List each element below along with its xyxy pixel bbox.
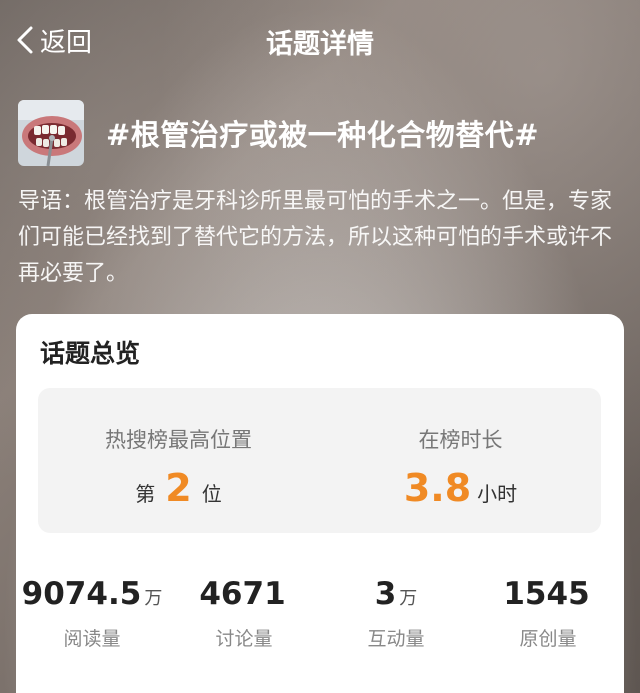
metric-discussions: 4671 讨论量 (168, 576, 320, 651)
duration-label: 在榜时长 (418, 428, 503, 452)
metrics-row: 9074.5 万 阅读量 4671 讨论量 3 万 互动量 1545 原创量 (16, 576, 624, 656)
rank-value-row: 第 2 位 (38, 466, 319, 514)
metric-value: 4671 (199, 576, 286, 612)
rank-value: 2 (165, 466, 192, 510)
duration-value-row: 3.8 小时 (320, 466, 601, 514)
overview-title: 话题总览 (40, 339, 141, 368)
topic-header: #根管治疗或被一种化合物替代# (18, 99, 622, 167)
page-title: 话题详情 (266, 29, 374, 60)
metric-original: 1545 原创量 (472, 576, 624, 651)
metric-interactions: 3 万 互动量 (320, 576, 472, 651)
metric-label: 互动量 (367, 628, 425, 650)
duration-unit: 小时 (477, 482, 518, 506)
metric-value: 3 (374, 576, 397, 612)
rank-label: 热搜榜最高位置 (105, 428, 252, 452)
topic-overview-card: 话题总览 热搜榜最高位置 第 2 位 在榜时长 3.8 小时 9074.5 万 … (16, 314, 624, 693)
metric-value: 9074.5 (21, 576, 142, 612)
metric-label: 原创量 (519, 628, 577, 650)
ranking-stats-box: 热搜榜最高位置 第 2 位 在榜时长 3.8 小时 (38, 388, 601, 533)
topic-intro: 导语：根管治疗是牙科诊所里最可怕的手术之一。但是，专家们可能已经找到了替代它的方… (18, 189, 613, 286)
rank-stat: 热搜榜最高位置 第 2 位 (38, 388, 319, 533)
rank-prefix: 第 (135, 482, 156, 506)
duration-stat: 在榜时长 3.8 小时 (320, 388, 601, 533)
duration-value: 3.8 (403, 466, 472, 510)
metric-unit: 万 (399, 588, 418, 609)
nav-bar: 返回 话题详情 (0, 0, 640, 80)
metric-unit: 万 (144, 588, 163, 609)
topic-title: #根管治疗或被一种化合物替代# (106, 118, 540, 152)
metric-label: 讨论量 (215, 628, 273, 650)
rank-suffix: 位 (201, 482, 222, 506)
topic-thumbnail (18, 100, 84, 166)
metric-reads: 9074.5 万 阅读量 (16, 576, 168, 651)
metric-value: 1545 (503, 576, 590, 612)
metric-label: 阅读量 (63, 628, 121, 650)
